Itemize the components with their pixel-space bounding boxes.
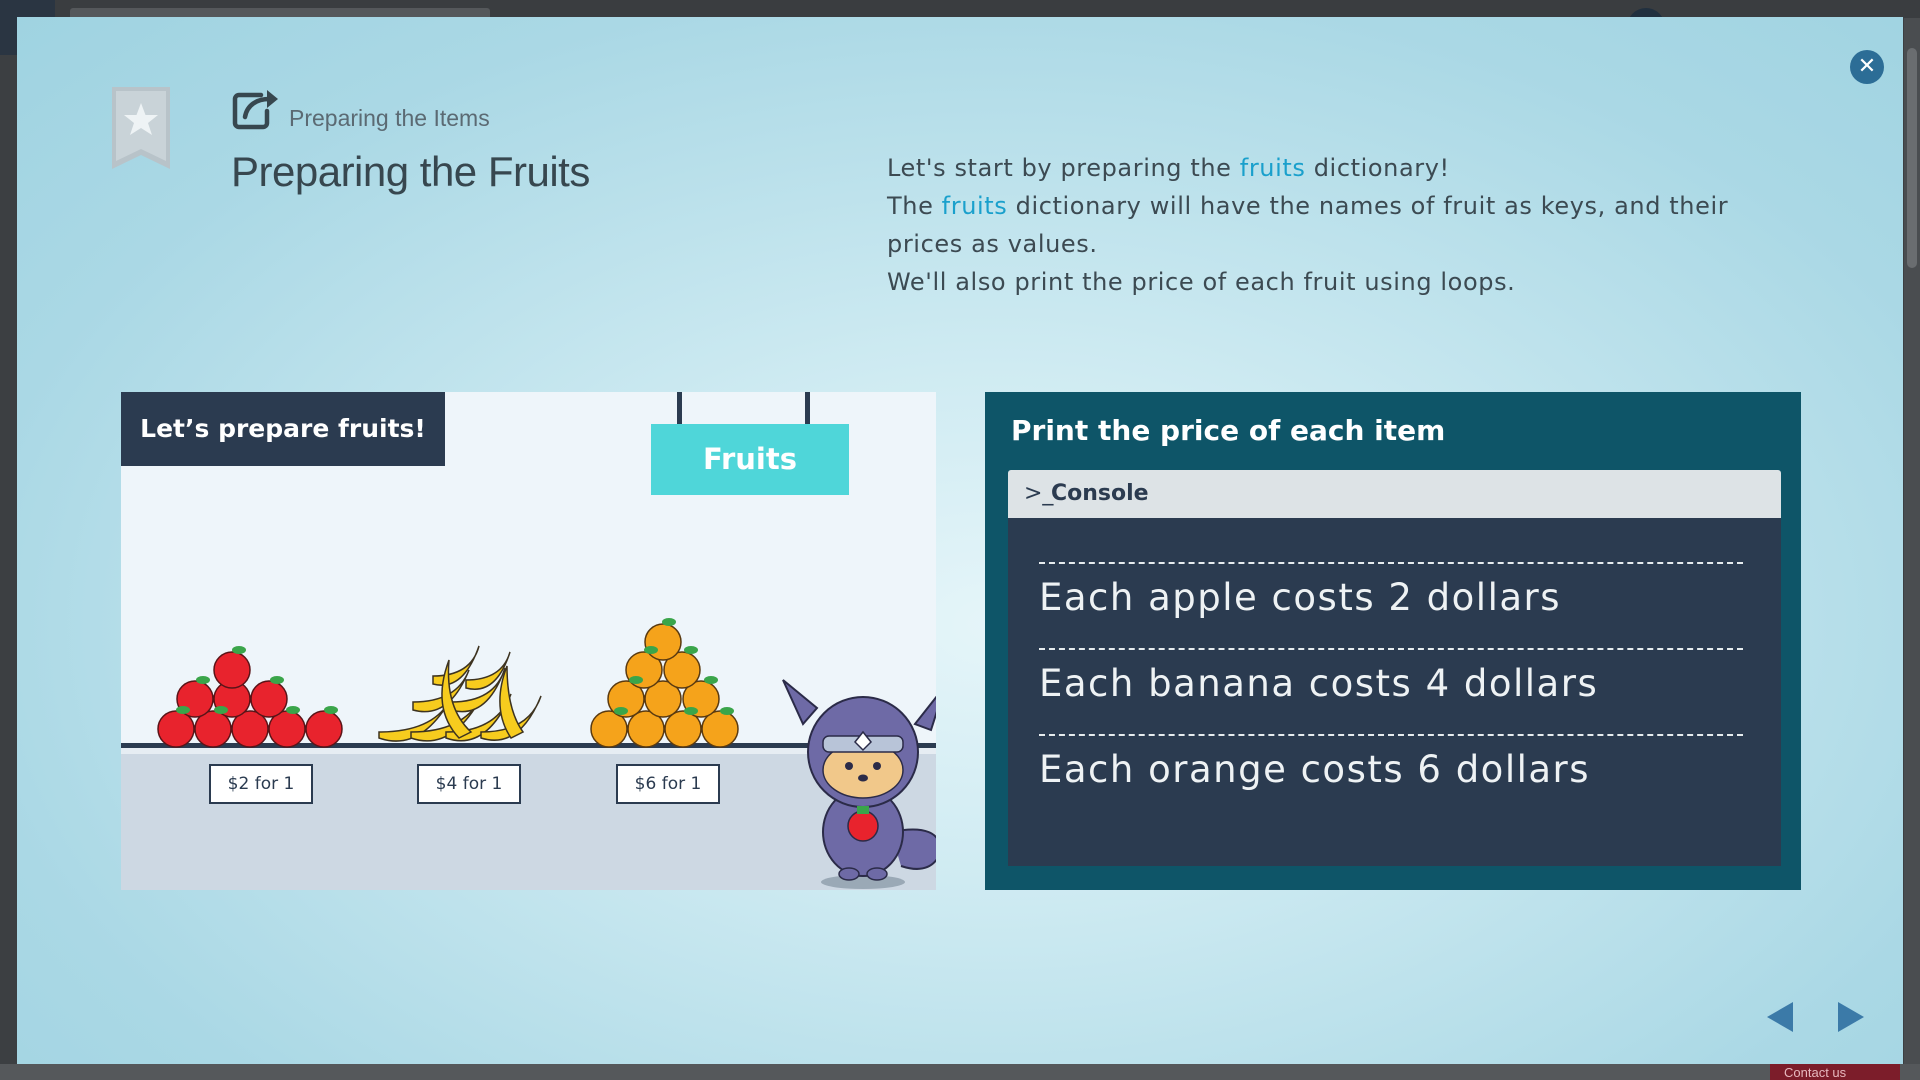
slide-modal: ✕ Preparing the Items Preparing the Frui… [17, 17, 1903, 1064]
console-line-banana: Each banana costs 4 dollars [1039, 662, 1599, 705]
console-panel-title: Print the price of each item [1011, 414, 1446, 447]
banana-price-tag: $4 for 1 [417, 764, 521, 804]
console-label: Console [1051, 481, 1149, 506]
text: dictionary will have the names of fruit … [887, 192, 1729, 258]
terminal-prompt-icon: >_ [1024, 481, 1054, 506]
close-icon[interactable]: ✕ [1850, 50, 1884, 84]
console-output: Each apple costs 2 dollars Each banana c… [1008, 518, 1781, 866]
description-line-3: We'll also print the price of each fruit… [887, 268, 1516, 296]
console-line-orange: Each orange costs 6 dollars [1039, 748, 1591, 791]
next-arrow-icon[interactable] [1838, 1002, 1864, 1032]
console-divider [1039, 734, 1743, 736]
banana-pile [378, 645, 542, 742]
text: Let's start by preparing the [887, 154, 1240, 182]
slide-title: Preparing the Fruits [231, 148, 590, 195]
console-line-apple: Each apple costs 2 dollars [1039, 576, 1562, 619]
console-divider [1039, 562, 1743, 564]
star-bookmark-icon[interactable] [112, 87, 170, 169]
orange-price-tag: $6 for 1 [616, 764, 720, 804]
apple-price-tag: $2 for 1 [209, 764, 313, 804]
keyword-fruits: fruits [941, 192, 1008, 220]
orange-pile [590, 618, 739, 748]
background-bottom-bar: Contact us [0, 1064, 1920, 1080]
apple-pile [157, 646, 343, 748]
page-scrollbar[interactable] [1904, 18, 1920, 1064]
fruits-sign: Fruits [651, 424, 849, 495]
external-link-icon [232, 90, 278, 130]
contact-us-button[interactable]: Contact us [1770, 1064, 1900, 1080]
text: The [887, 192, 942, 220]
description-line-2: The fruits dictionary will have the name… [887, 187, 1747, 263]
description-line-1: Let's start by preparing the fruits dict… [887, 149, 1747, 187]
scrollbar-thumb[interactable] [1907, 48, 1917, 268]
illustration-banner: Let’s prepare fruits! [121, 392, 445, 466]
prev-arrow-icon[interactable] [1767, 1002, 1793, 1032]
console-header: >_ Console [1008, 470, 1781, 518]
keyword-fruits: fruits [1239, 154, 1306, 182]
slide-description: Let's start by preparing the fruits dict… [887, 149, 1747, 301]
text: dictionary! [1305, 154, 1450, 182]
console-divider [1039, 648, 1743, 650]
background-topbar [0, 0, 1920, 55]
fruit-shop-illustration: Let’s prepare fruits! Fruits $2 for 1 $4… [121, 392, 936, 890]
console-panel: Print the price of each item >_ Console … [985, 392, 1801, 890]
slide-subtitle: Preparing the Items [289, 105, 490, 131]
